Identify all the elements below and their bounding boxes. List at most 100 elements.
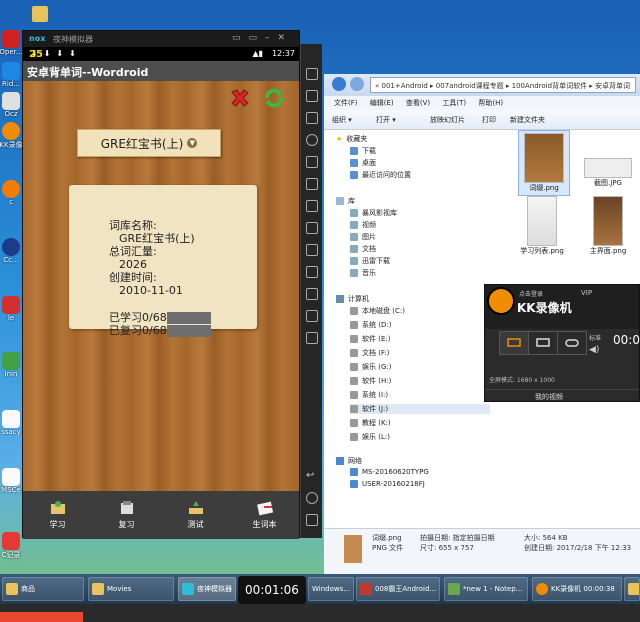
- menu-edit[interactable]: 编辑(E): [370, 99, 394, 107]
- desktop-icon-8[interactable]: Inin: [0, 352, 22, 378]
- record-game-mode[interactable]: [558, 332, 586, 354]
- desktop-icon-2[interactable]: Rid...: [0, 62, 22, 88]
- my-videos-link[interactable]: 我的视频: [535, 392, 563, 402]
- kk-vip-badge[interactable]: VIP: [581, 289, 592, 297]
- tree-item-downloads[interactable]: 下载: [350, 146, 376, 156]
- new-folder-button[interactable]: 新建文件夹: [510, 115, 545, 125]
- kk-login-link[interactable]: 点击登录: [519, 289, 543, 298]
- menu-help[interactable]: 帮助(H): [478, 99, 503, 107]
- keyboard-icon[interactable]: [306, 90, 318, 102]
- libraries-group[interactable]: 库: [336, 196, 355, 206]
- tree-item-lib-2[interactable]: 图片: [350, 232, 376, 242]
- network-group[interactable]: 网络: [336, 456, 362, 466]
- refresh-icon[interactable]: [263, 87, 285, 109]
- nav-test[interactable]: 测试: [161, 491, 230, 539]
- file-item[interactable]: 主界面.png: [580, 196, 636, 256]
- taskbar-item-3[interactable]: Windows...: [308, 577, 354, 601]
- back-icon[interactable]: [332, 77, 346, 91]
- tree-item-recent[interactable]: 最近访问的位置: [350, 170, 411, 180]
- apk-install-icon[interactable]: [306, 178, 318, 190]
- taskbar-item-4[interactable]: 008霸王Android...: [356, 577, 440, 601]
- nav-wordbook[interactable]: 生词本: [230, 491, 299, 539]
- tree-item-drive-7[interactable]: 软件 (J:): [350, 404, 490, 414]
- volume-up-icon[interactable]: [306, 200, 318, 212]
- taskbar-item-7[interactable]: [624, 577, 640, 601]
- tree-item-lib-5[interactable]: 音乐: [350, 268, 376, 278]
- tree-item-drive-1[interactable]: 系统 (D:): [350, 320, 391, 330]
- tree-item-lib-1[interactable]: 视频: [350, 220, 376, 230]
- tree-item-lib-4[interactable]: 迅雷下载: [350, 256, 390, 266]
- document-icon: [2, 468, 20, 486]
- recent-apps-icon[interactable]: [306, 514, 318, 526]
- wordbook-select[interactable]: GRE红宝书(上) ▼: [77, 129, 221, 157]
- menu-view[interactable]: 查看(V): [406, 99, 430, 107]
- record-fullscreen-mode[interactable]: [529, 332, 558, 354]
- taskbar-item-6[interactable]: KK录像机 00:00:38: [532, 577, 622, 601]
- tree-item-net-1[interactable]: USER-20160218FJ: [350, 480, 425, 488]
- taskbar-item-2[interactable]: 夜神模拟器: [178, 577, 236, 601]
- desktop-icon-5[interactable]: c: [0, 180, 22, 206]
- tree-item-net-0[interactable]: MS-20160620TYPG: [350, 468, 429, 476]
- open-button[interactable]: 打开 ▾: [376, 115, 396, 125]
- desktop-icon-11[interactable]: C记录: [0, 532, 22, 560]
- fullscreen-icon[interactable]: [306, 68, 318, 80]
- volume-down-icon[interactable]: [306, 222, 318, 234]
- desktop-icon-10[interactable]: MSCe: [0, 468, 22, 494]
- tree-item-drive-3[interactable]: 文档 (F:): [350, 348, 390, 358]
- navigation-pane: ★ 收藏夹 下载 桌面 最近访问的位置 库 暴风影视库 视频 图片 文档 迅雷下载…: [324, 130, 510, 528]
- desktop-icon-3[interactable]: Ocz: [0, 92, 22, 118]
- taskbar-item-1[interactable]: Movies: [88, 577, 174, 601]
- drive-icon: [350, 433, 358, 441]
- tree-item-drive-6[interactable]: 系统 (I:): [350, 390, 388, 400]
- favorites-group[interactable]: ★ 收藏夹: [336, 134, 367, 144]
- folder-icon[interactable]: [32, 6, 48, 22]
- settings-icon[interactable]: [306, 332, 318, 344]
- menu-tools[interactable]: 工具(T): [442, 99, 466, 107]
- location-icon[interactable]: [306, 134, 318, 146]
- multi-instance-icon[interactable]: [306, 310, 318, 322]
- screenshot-icon[interactable]: [306, 112, 318, 124]
- tree-item-drive-5[interactable]: 软件 (H:): [350, 376, 391, 386]
- file-item[interactable]: 截图.JPG: [580, 158, 636, 188]
- file-item[interactable]: 词缀.png: [518, 130, 570, 196]
- folder-icon[interactable]: [306, 156, 318, 168]
- tree-item-desktop[interactable]: 桌面: [350, 158, 376, 168]
- desktop-icon-kk[interactable]: KK录像: [0, 122, 23, 150]
- nav-review[interactable]: 复习: [92, 491, 161, 539]
- shake-icon[interactable]: [306, 266, 318, 278]
- record-icon[interactable]: [306, 288, 318, 300]
- rotate-icon[interactable]: [306, 244, 318, 256]
- back-icon[interactable]: ↩: [306, 470, 318, 482]
- desktop-icon-opera[interactable]: Oper...: [0, 30, 23, 56]
- tree-item-drive-9[interactable]: 娱乐 (L:): [350, 432, 390, 442]
- nav-learn[interactable]: 学习: [23, 491, 92, 539]
- folder-icon: [350, 171, 358, 179]
- slideshow-button[interactable]: 放映幻灯片: [430, 115, 465, 125]
- tree-item-drive-0[interactable]: 本地磁盘 (C:): [350, 306, 405, 316]
- video-progress-bar[interactable]: [0, 604, 640, 622]
- home-icon[interactable]: [306, 492, 318, 504]
- desktop-icon-9[interactable]: ssacy: [0, 410, 22, 436]
- kk-quality-label[interactable]: 标准: [589, 333, 601, 342]
- desktop-icon-7[interactable]: le: [0, 296, 22, 322]
- file-item[interactable]: 学习列表.png: [512, 196, 572, 256]
- tree-item-lib-0[interactable]: 暴风影视库: [350, 208, 397, 218]
- print-button[interactable]: 打印: [482, 115, 496, 125]
- computer-group[interactable]: 计算机: [336, 294, 369, 304]
- desktop-icon-6[interactable]: Cc...: [0, 238, 22, 264]
- volume-icon[interactable]: ◀): [589, 345, 599, 355]
- taskbar-item-5[interactable]: *new 1 - Notep...: [444, 577, 528, 601]
- image-thumbnail: [593, 196, 623, 246]
- menu-file[interactable]: 文件(F): [334, 99, 358, 107]
- tree-item-drive-4[interactable]: 娱乐 (G:): [350, 362, 391, 372]
- organize-button[interactable]: 组织 ▾: [332, 115, 352, 125]
- record-window-mode[interactable]: [500, 332, 529, 354]
- window-controls[interactable]: ▭▭–✕: [232, 33, 293, 43]
- address-path[interactable]: « 001+Android ▸ 007android课程专题 ▸ 100Andr…: [370, 77, 636, 93]
- forward-icon[interactable]: [350, 77, 364, 91]
- tree-item-drive-8[interactable]: 教程 (K:): [350, 418, 391, 428]
- tree-item-drive-2[interactable]: 软件 (E:): [350, 334, 390, 344]
- tree-item-lib-3[interactable]: 文档: [350, 244, 376, 254]
- close-icon[interactable]: [229, 87, 251, 109]
- taskbar-item-0[interactable]: 商品: [2, 577, 84, 601]
